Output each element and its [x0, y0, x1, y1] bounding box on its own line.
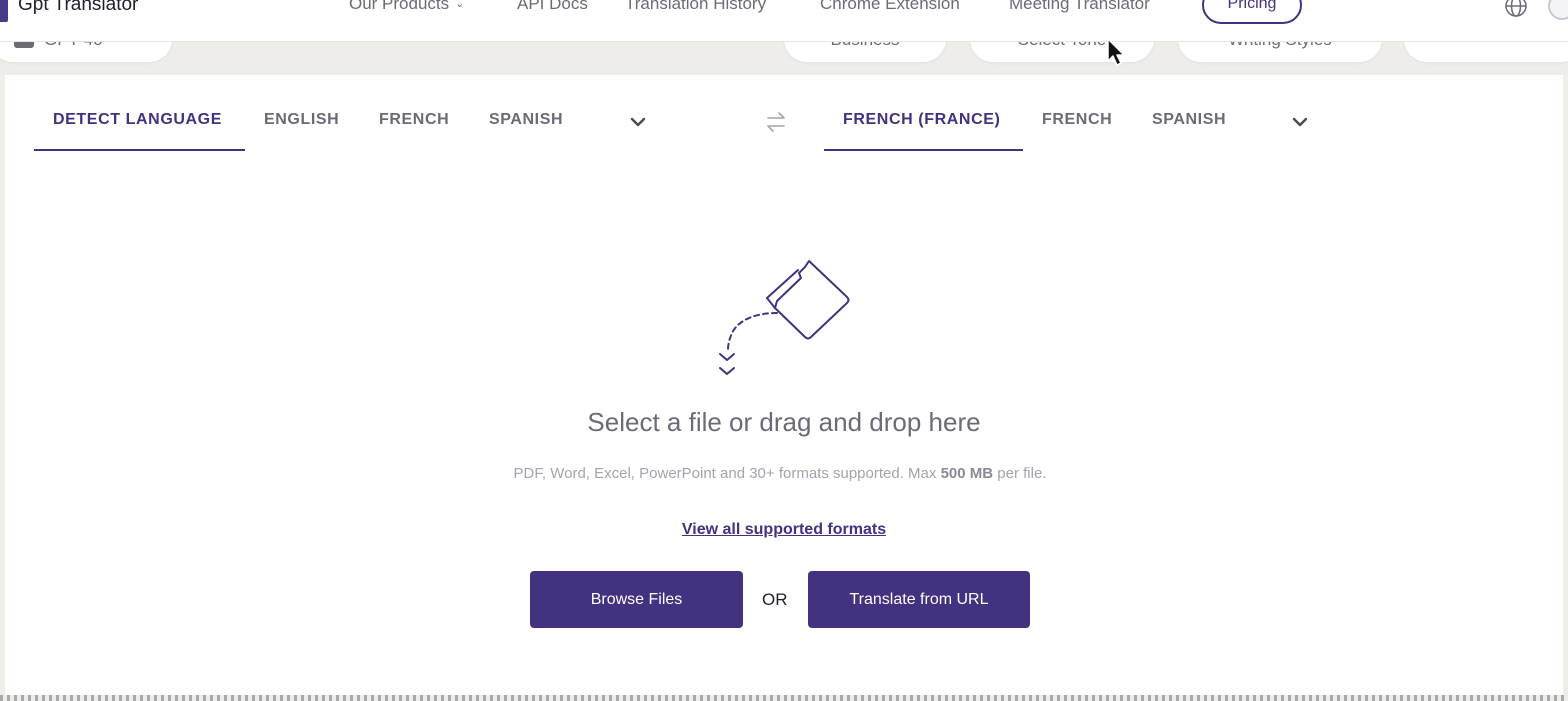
mouse-pointer-icon	[1107, 38, 1125, 66]
upload-desc-prefix: PDF, Word, Excel, PowerPoint and 30+ for…	[513, 465, 941, 482]
or-separator: OR	[762, 590, 788, 609]
supported-formats-link-row: View all supported formats	[5, 521, 1563, 539]
target-active-tab-indicator	[824, 149, 1023, 151]
target-tab-french-france[interactable]: FRENCH (FRANCE)	[843, 111, 1000, 129]
upload-desc-suffix: per file.	[993, 465, 1047, 482]
translate-from-url-button[interactable]: Translate from URL	[808, 571, 1030, 628]
logo-text[interactable]: Gpt Translator	[18, 0, 138, 16]
upload-title: Select a file or drag and drop here	[587, 407, 981, 437]
nav-our-products[interactable]: Our Products ⌄	[349, 0, 464, 14]
view-supported-formats-link[interactable]: View all supported formats	[682, 521, 886, 538]
upload-description: PDF, Word, Excel, PowerPoint and 30+ for…	[500, 459, 1060, 488]
pricing-button[interactable]: Pricing	[1202, 0, 1302, 24]
nav-chrome-extension[interactable]: Chrome Extension	[820, 0, 960, 14]
nav-meeting-translator[interactable]: Meeting Translator	[1009, 0, 1150, 14]
file-drop-icon	[719, 260, 850, 375]
avatar[interactable]	[1548, 0, 1568, 20]
logo-icon	[0, 0, 8, 22]
nav-api-docs[interactable]: API Docs	[517, 0, 588, 14]
nav-translation-history[interactable]: Translation History	[625, 0, 766, 14]
target-tab-french[interactable]: FRENCH	[1042, 111, 1112, 129]
source-tab-spanish[interactable]: SPANISH	[489, 111, 563, 129]
swap-languages-icon[interactable]	[763, 109, 789, 135]
source-active-tab-indicator	[34, 149, 245, 151]
translator-panel: DETECT LANGUAGE ENGLISH FRENCH SPANISH F…	[5, 75, 1563, 695]
nav-our-products-label: Our Products	[349, 0, 450, 13]
target-tab-spanish[interactable]: SPANISH	[1152, 111, 1226, 129]
source-tab-english[interactable]: ENGLISH	[264, 111, 339, 129]
source-language-dropdown-chevron-icon[interactable]	[629, 113, 647, 131]
globe-icon[interactable]	[1504, 0, 1528, 18]
top-navigation: Gpt Translator Our Products ⌄ API Docs Tr…	[0, 0, 1568, 42]
clipped-footer-row	[0, 695, 1568, 701]
source-tab-detect-language[interactable]: DETECT LANGUAGE	[53, 111, 222, 129]
max-file-size: 500 MB	[940, 465, 994, 482]
browse-files-button[interactable]: Browse Files	[530, 571, 743, 628]
target-language-dropdown-chevron-icon[interactable]	[1291, 113, 1309, 131]
chevron-down-icon: ⌄	[455, 0, 465, 10]
source-tab-french[interactable]: FRENCH	[379, 111, 449, 129]
